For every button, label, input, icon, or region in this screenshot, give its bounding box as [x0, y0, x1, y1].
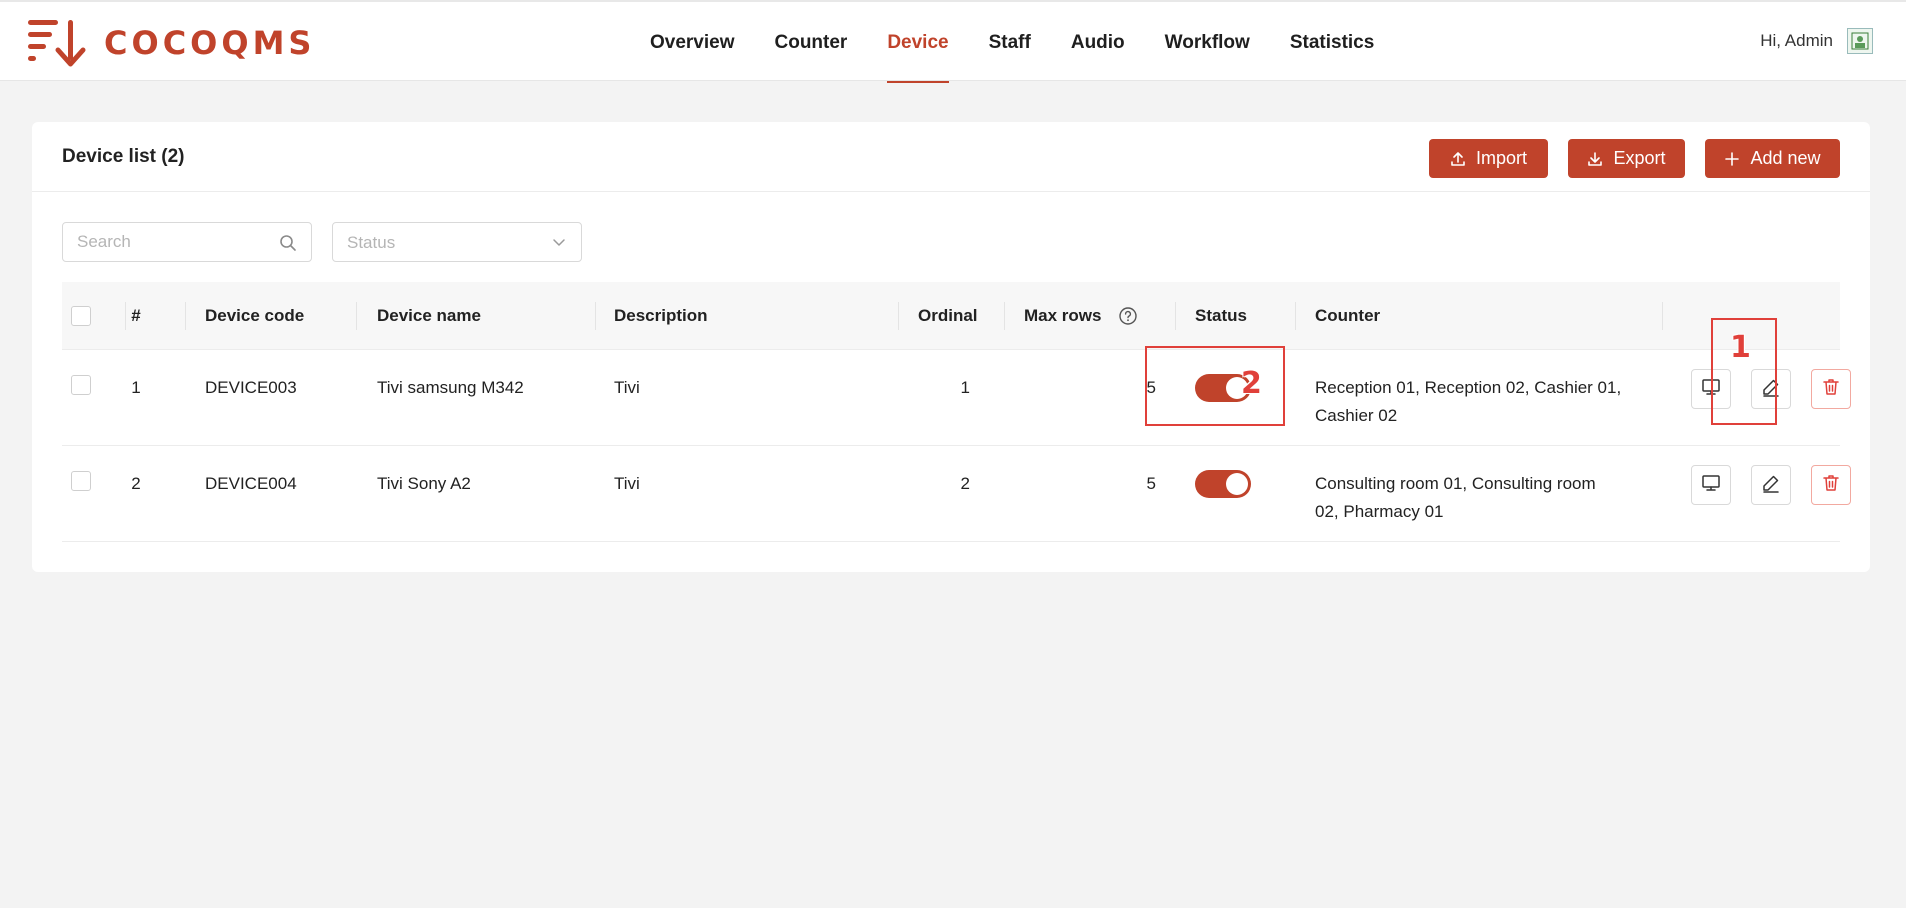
col-index: #	[131, 306, 141, 325]
top-header: COCOQMS Overview Counter Device Staff Au…	[0, 0, 1906, 83]
device-description: Tivi	[614, 378, 640, 397]
device-counters: Consulting room 01, Consulting room 02, …	[1315, 470, 1635, 526]
nav-counter[interactable]: Counter	[775, 2, 848, 83]
device-code: DEVICE004	[205, 474, 297, 493]
annotation-label-2: 2	[1241, 366, 1262, 401]
filter-bar: Status	[62, 222, 602, 262]
nav-audio[interactable]: Audio	[1071, 2, 1125, 83]
row-checkbox[interactable]	[71, 375, 91, 395]
card-header: Device list (2) Import Export Add new	[32, 122, 1870, 192]
brand-logo[interactable]: COCOQMS	[28, 18, 315, 68]
avatar[interactable]	[1847, 28, 1873, 54]
monitor-icon	[1701, 473, 1721, 498]
device-description: Tivi	[614, 474, 640, 493]
brand-name: COCOQMS	[104, 24, 316, 62]
nav-staff[interactable]: Staff	[989, 2, 1031, 83]
column-divider	[1175, 302, 1176, 330]
device-ordinal: 1	[960, 378, 970, 397]
chevron-down-icon	[551, 234, 567, 255]
col-max-rows[interactable]: Max rows	[1024, 282, 1101, 350]
cocoqms-logo-icon	[28, 18, 94, 68]
col-device-name[interactable]: Device name	[377, 282, 481, 350]
plus-icon	[1724, 151, 1740, 167]
delete-device-button[interactable]	[1811, 465, 1851, 505]
column-divider	[595, 302, 596, 330]
counter-text-line: Reception 01, Reception 02, Cashier 01,	[1315, 378, 1622, 397]
row-checkbox[interactable]	[71, 471, 91, 491]
page-title: Device list (2)	[62, 146, 185, 167]
download-icon	[1587, 151, 1603, 167]
device-name: Tivi samsung M342	[377, 378, 524, 397]
export-button[interactable]: Export	[1568, 139, 1685, 178]
device-max-rows: 5	[1146, 378, 1156, 397]
toggle-knob	[1226, 473, 1248, 495]
trash-icon	[1821, 377, 1841, 402]
import-button[interactable]: Import	[1429, 139, 1548, 178]
nav-workflow[interactable]: Workflow	[1165, 2, 1250, 83]
user-menu[interactable]: Hi, Admin	[1760, 28, 1873, 54]
pencil-icon	[1761, 473, 1781, 498]
select-all-checkbox[interactable]	[71, 306, 91, 326]
main-nav: Overview Counter Device Staff Audio Work…	[650, 2, 1414, 83]
column-divider	[1295, 302, 1296, 330]
counter-text-line: Cashier 02	[1315, 406, 1398, 425]
column-divider	[185, 302, 186, 330]
column-divider	[356, 302, 357, 330]
nav-device[interactable]: Device	[887, 2, 949, 83]
nav-overview[interactable]: Overview	[650, 2, 735, 83]
table-row: 2 DEVICE004 Tivi Sony A2 Tivi 2 5 Consul…	[62, 446, 1851, 542]
search-icon[interactable]	[279, 234, 297, 257]
import-label: Import	[1475, 148, 1527, 168]
table-row: 1 DEVICE003 Tivi samsung M342 Tivi 1 5 R…	[62, 350, 1851, 446]
device-ordinal: 2	[960, 474, 970, 493]
upload-icon	[1450, 151, 1466, 167]
row-index: 2	[131, 474, 141, 493]
add-new-label: Add new	[1750, 148, 1821, 168]
delete-device-button[interactable]	[1811, 369, 1851, 409]
nav-statistics[interactable]: Statistics	[1290, 2, 1374, 83]
search-box	[62, 222, 312, 262]
column-divider	[1662, 302, 1663, 330]
col-device-code[interactable]: Device code	[205, 282, 304, 350]
add-new-button[interactable]: Add new	[1705, 139, 1840, 178]
edit-device-button[interactable]	[1751, 465, 1791, 505]
counter-text-line: 02, Pharmacy 01	[1315, 502, 1444, 521]
search-input[interactable]	[77, 223, 277, 261]
col-counter[interactable]: Counter	[1315, 282, 1380, 350]
col-description[interactable]: Description	[614, 282, 708, 350]
avatar-icon	[1851, 32, 1869, 50]
export-label: Export	[1613, 148, 1666, 168]
preview-device-button[interactable]	[1691, 465, 1731, 505]
status-toggle[interactable]	[1195, 470, 1251, 498]
device-code: DEVICE003	[205, 378, 297, 397]
user-greeting: Hi, Admin	[1760, 31, 1833, 50]
device-max-rows: 5	[1146, 474, 1156, 493]
col-ordinal[interactable]: Ordinal	[918, 282, 978, 350]
table-header: # Device code Device name Description Or…	[62, 282, 1840, 350]
device-name: Tivi Sony A2	[377, 474, 471, 493]
device-list-card: Device list (2) Import Export Add new Se…	[32, 122, 1870, 572]
row-index: 1	[131, 378, 141, 397]
annotation-box-2	[1145, 346, 1285, 426]
column-divider	[1004, 302, 1005, 330]
device-counters: Reception 01, Reception 02, Cashier 01, …	[1315, 374, 1635, 430]
trash-icon	[1821, 473, 1841, 498]
help-icon[interactable]	[1118, 306, 1138, 331]
status-select-placeholder: Status	[347, 233, 396, 252]
annotation-label-1: 1	[1730, 330, 1751, 365]
col-status[interactable]: Status	[1195, 282, 1247, 350]
counter-text-line: Consulting room 01, Consulting room	[1315, 474, 1596, 493]
column-divider	[898, 302, 899, 330]
status-select[interactable]: Status	[332, 222, 582, 262]
device-table: # Device code Device name Description Or…	[62, 282, 1851, 542]
